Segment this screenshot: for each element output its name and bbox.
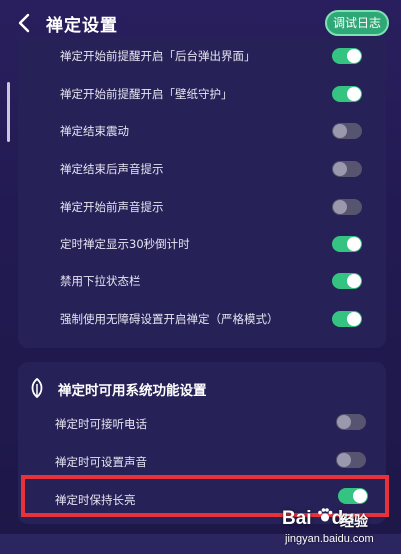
setting-label: 禅定结束后声音提示 [60, 162, 164, 176]
watermark-url: jingyan.baidu.com [285, 533, 374, 545]
toggle-knob [337, 415, 351, 429]
setting-toggle[interactable] [332, 273, 362, 289]
setting-label: 禅定结束震动 [60, 124, 129, 138]
system-setting-toggle[interactable] [336, 452, 366, 468]
toggle-knob [347, 49, 361, 63]
setting-row: 强制使用无障碍设置开启禅定（严格模式） [18, 301, 386, 338]
setting-row: 禅定结束后声音提示 [18, 151, 386, 188]
paw-icon [316, 506, 334, 524]
debug-log-button[interactable]: 调试日志 [325, 10, 389, 36]
leaf-icon [26, 377, 48, 399]
scrollbar-thumb[interactable] [7, 82, 10, 142]
setting-label: 禅定开始前声音提示 [60, 200, 164, 214]
setting-toggle[interactable] [332, 48, 362, 64]
setting-row: 禅定开始前声音提示 [18, 189, 386, 226]
system-setting-label: 禅定时可接听电话 [55, 417, 147, 431]
toggle-knob [333, 162, 347, 176]
toggle-knob [347, 237, 361, 251]
toggle-knob [347, 87, 361, 101]
setting-label: 禅定开始前提醒开启「后台弹出界面」 [60, 49, 256, 63]
setting-row: 禅定开始前提醒开启「壁纸守护」 [18, 76, 386, 113]
toggle-knob [337, 453, 351, 467]
setting-row: 禅定开始前提醒开启「后台弹出界面」 [18, 38, 386, 75]
toggle-knob [347, 274, 361, 288]
setting-toggle[interactable] [332, 86, 362, 102]
back-icon[interactable] [14, 11, 36, 35]
setting-toggle[interactable] [332, 311, 362, 327]
setting-toggle[interactable] [332, 161, 362, 177]
setting-row: 定时禅定显示30秒倒计时 [18, 226, 386, 263]
watermark-jingyan: 经验 [340, 514, 368, 530]
system-setting-label: 禅定时可设置声音 [55, 455, 147, 469]
toggle-knob [333, 200, 347, 214]
setting-toggle[interactable] [332, 199, 362, 215]
setting-toggle[interactable] [332, 236, 362, 252]
setting-toggle[interactable] [332, 123, 362, 139]
system-setting-toggle[interactable] [336, 414, 366, 430]
settings-card: 禅定开始前提醒开启「后台弹出界面」 禅定开始前提醒开启「壁纸守护」 禅定结束震动… [18, 38, 386, 348]
watermark-brand-left: Bai [282, 508, 312, 529]
toggle-knob [333, 124, 347, 138]
setting-row: 禁用下拉状态栏 [18, 263, 386, 300]
setting-label: 禁用下拉状态栏 [60, 274, 141, 288]
setting-row: 禅定结束震动 [18, 113, 386, 150]
setting-label: 强制使用无障碍设置开启禅定（严格模式） [60, 312, 279, 326]
setting-label: 禅定开始前提醒开启「壁纸守护」 [60, 87, 233, 101]
section-title: 禅定时可用系统功能设置 [58, 383, 207, 399]
page-title: 禅定设置 [46, 16, 118, 36]
setting-label: 定时禅定显示30秒倒计时 [60, 237, 190, 251]
toggle-knob [347, 312, 361, 326]
system-setting-row: 禅定时可接听电话 [18, 406, 386, 443]
